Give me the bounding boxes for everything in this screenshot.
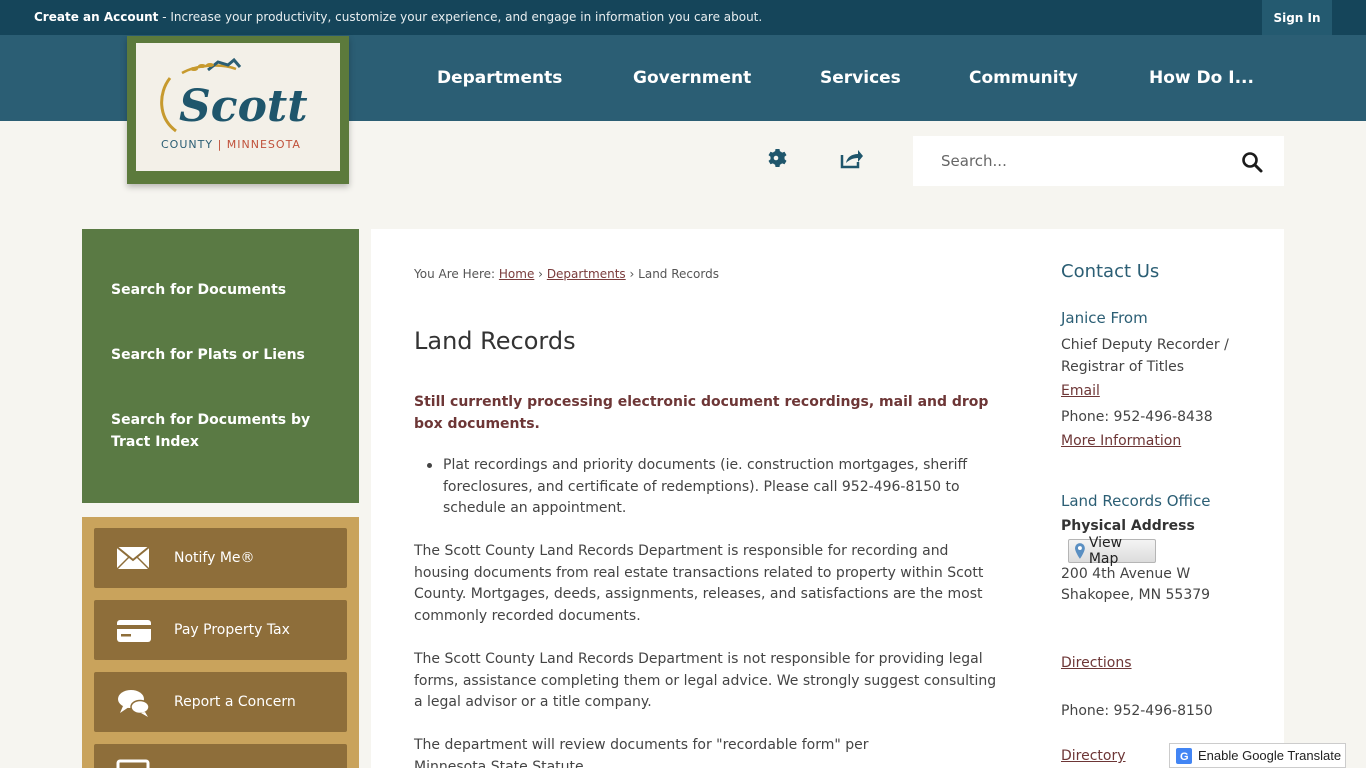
pay-property-tax-button[interactable]: Pay Property Tax <box>94 600 347 660</box>
contact-person-name: Janice From <box>1061 309 1148 327</box>
sidenav-search-tract-index[interactable]: Search for Documents by Tract Index <box>111 409 341 453</box>
disclaimer-paragraph: The Scott County Land Records Department… <box>414 651 997 711</box>
side-nav: Search for Documents Search for Plats or… <box>82 229 359 503</box>
map-pin-icon <box>1075 543 1085 559</box>
logo-subtitle: COUNTY | MINNESOTA <box>161 138 301 151</box>
view-map-button[interactable]: View Map <box>1068 535 1156 567</box>
recordable-form-text: The department will review documents for… <box>414 737 869 753</box>
chat-bubbles-icon <box>115 687 151 717</box>
more-info-link[interactable]: More Information <box>1061 433 1181 449</box>
address-line-2: Shakopee, MN 55379 <box>1061 587 1211 603</box>
pay-property-tax-label: Pay Property Tax <box>174 622 290 638</box>
sidenav-search-plats-liens[interactable]: Search for Plats or Liens <box>111 344 341 366</box>
sign-in-button[interactable]: Sign In <box>1262 0 1332 35</box>
report-concern-button[interactable]: Report a Concern <box>94 672 347 732</box>
account-promo: Create an Account - Increase your produc… <box>34 10 762 24</box>
search-input[interactable] <box>941 149 1231 173</box>
address-line-1: 200 4th Avenue W <box>1061 566 1191 582</box>
quicklink-fourth-button[interactable] <box>94 744 347 768</box>
nav-departments[interactable]: Departments <box>437 68 562 88</box>
top-bar: Create an Account - Increase your produc… <box>0 0 1366 35</box>
directory-link[interactable]: Directory <box>1061 748 1126 764</box>
logo-name: Scott <box>179 81 308 132</box>
credit-card-icon <box>115 615 151 645</box>
nav-services[interactable]: Services <box>820 68 901 88</box>
nav-community[interactable]: Community <box>969 68 1078 88</box>
nav-government[interactable]: Government <box>633 68 751 88</box>
list-item: Plat recordings and priority documents (… <box>427 455 1009 520</box>
create-account-link[interactable]: Create an Account <box>34 10 158 24</box>
alert-notice: Still currently processing electronic do… <box>414 394 989 432</box>
main-content: You Are Here: Home › Departments › Land … <box>371 229 1284 768</box>
breadcrumb-separator: › <box>538 267 543 281</box>
statute-link[interactable]: Minnesota State Statute <box>414 759 584 768</box>
logo-subtitle-county: COUNTY <box>161 138 214 151</box>
contact-phone: Phone: 952-496-8438 <box>1061 409 1213 425</box>
intro-paragraph: The Scott County Land Records Department… <box>414 543 984 625</box>
site-search <box>913 136 1284 186</box>
page-title: Land Records <box>414 327 576 355</box>
directions-link[interactable]: Directions <box>1061 655 1132 671</box>
breadcrumb-current: Land Records <box>638 267 719 281</box>
nav-how-do-i[interactable]: How Do I... <box>1149 68 1254 88</box>
contact-email-link[interactable]: Email <box>1061 383 1100 399</box>
monitor-icon <box>115 759 151 768</box>
share-icon[interactable] <box>839 146 863 170</box>
office-heading: Land Records Office <box>1061 492 1211 510</box>
search-icon[interactable] <box>1239 149 1265 175</box>
envelope-icon <box>115 543 151 573</box>
gear-icon[interactable] <box>764 146 788 170</box>
logo-subtitle-state: MINNESOTA <box>226 138 301 151</box>
breadcrumb-separator: › <box>629 267 635 281</box>
google-translate-icon: G <box>1176 747 1192 764</box>
svg-text:G: G <box>1180 751 1189 763</box>
google-translate-label: Enable Google Translate <box>1198 748 1342 763</box>
breadcrumb-prefix: You Are Here: <box>414 267 496 281</box>
logo-card: Scott COUNTY | MINNESOTA <box>136 43 340 171</box>
breadcrumb-departments[interactable]: Departments <box>547 267 626 281</box>
quick-links: Notify Me® Pay Property Tax Report a Con… <box>82 517 359 768</box>
recordable-form-paragraph: The department will review documents for… <box>414 735 944 768</box>
view-map-label: View Map <box>1088 535 1123 567</box>
sidenav-search-documents[interactable]: Search for Documents <box>111 279 341 301</box>
promo-text: - Increase your productivity, customize … <box>158 10 763 24</box>
report-concern-label: Report a Concern <box>174 694 296 710</box>
contact-heading: Contact Us <box>1061 261 1160 282</box>
office-phone: Phone: 952-496-8150 <box>1061 703 1213 719</box>
notify-me-button[interactable]: Notify Me® <box>94 528 347 588</box>
breadcrumb: You Are Here: Home › Departments › Land … <box>414 267 719 281</box>
contact-person-title: Chief Deputy Recorder / Registrar of Tit… <box>1061 337 1229 375</box>
notify-me-label: Notify Me® <box>174 550 255 566</box>
physical-address-label: Physical Address <box>1061 518 1195 534</box>
site-logo[interactable]: Scott COUNTY | MINNESOTA <box>127 36 349 184</box>
google-translate-button[interactable]: G Enable Google Translate <box>1169 743 1346 768</box>
breadcrumb-home[interactable]: Home <box>499 267 534 281</box>
